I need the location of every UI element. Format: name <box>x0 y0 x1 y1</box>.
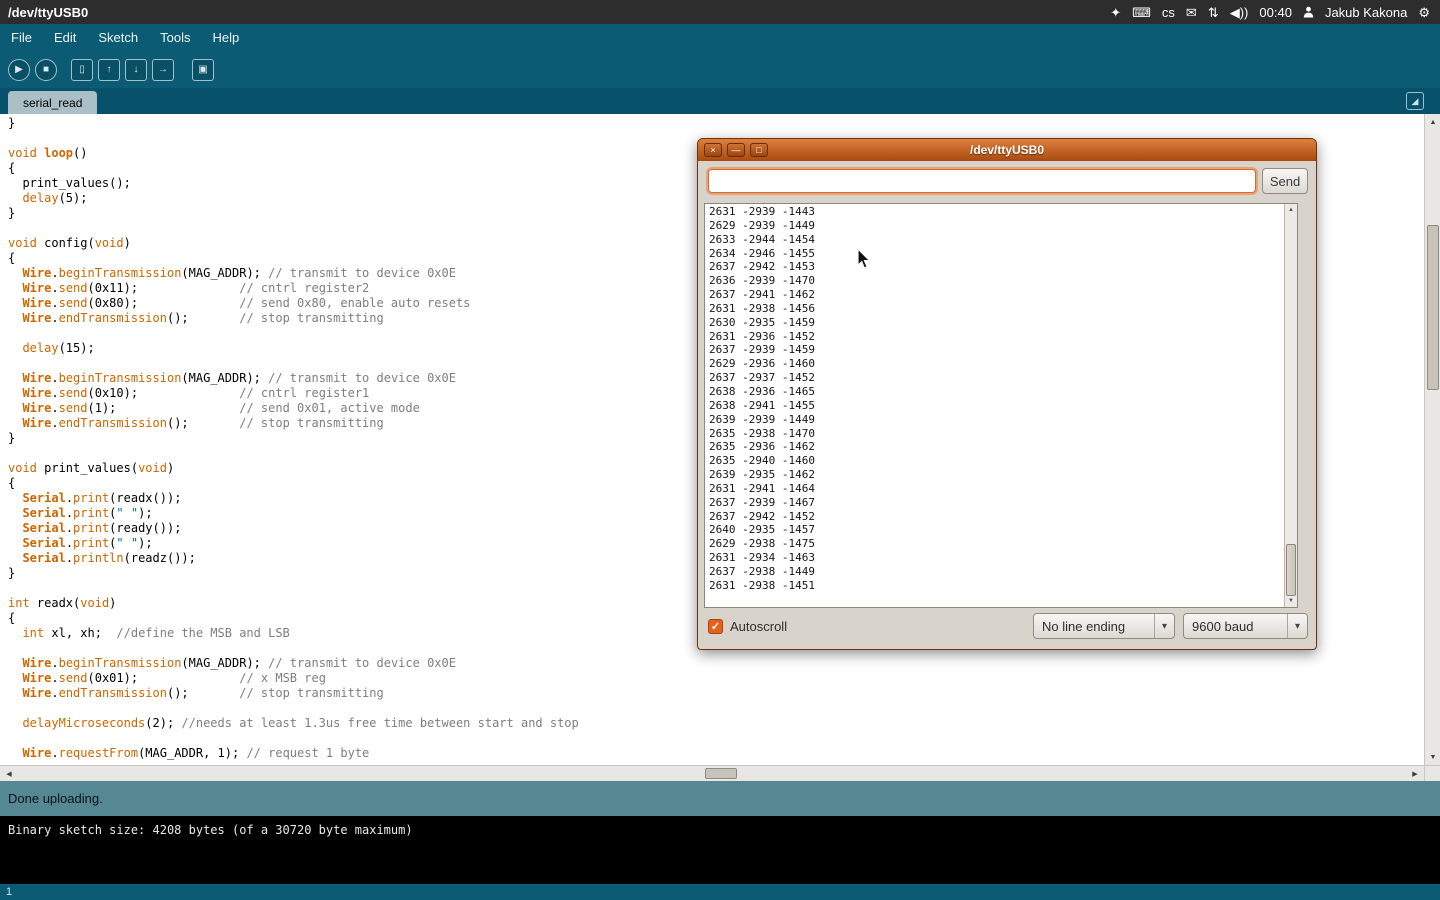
session-gear-icon[interactable]: ⚙ <box>1418 6 1430 19</box>
save-button[interactable]: ↓ <box>125 59 147 81</box>
line-indicator-bar: 1 <box>0 884 1440 900</box>
verify-button[interactable]: ▶ <box>8 59 30 81</box>
serial-monitor-footer: ✓ Autoscroll No line ending ▾ 9600 baud … <box>708 613 1308 639</box>
editor-hscrollbar[interactable]: ◀ ▶ <box>0 765 1424 781</box>
autoscroll-label: Autoscroll <box>730 619 787 634</box>
menu-sketch[interactable]: Sketch <box>87 24 149 52</box>
keyboard-layout-label[interactable]: cs <box>1162 5 1175 20</box>
play-icon: ▶ <box>15 65 23 75</box>
baud-rate-value: 9600 baud <box>1184 614 1287 638</box>
line-number: 1 <box>6 886 12 898</box>
status-bar: Done uploading. <box>0 781 1440 816</box>
chevron-down-icon: ▾ <box>1287 614 1307 638</box>
minimize-icon: — <box>732 146 741 155</box>
user-name[interactable]: Jakub Kakona <box>1325 5 1407 20</box>
serial-scrollbar[interactable]: ▲ ▼ <box>1284 204 1297 607</box>
new-sketch-button[interactable]: ▯ <box>71 59 93 81</box>
menu-tools[interactable]: Tools <box>149 24 201 52</box>
arrow-down-icon: ↓ <box>134 65 139 75</box>
close-icon: × <box>710 146 715 155</box>
menu-edit[interactable]: Edit <box>43 24 87 52</box>
console-text: Binary sketch size: 4208 bytes (of a 307… <box>8 823 1440 837</box>
arrow-up-icon: ↑ <box>107 65 112 75</box>
send-button[interactable]: Send <box>1262 168 1308 194</box>
check-icon: ✓ <box>711 620 720 633</box>
serial-output: 2631 -2939 -1443 2629 -2939 -1449 2633 -… <box>709 205 1293 603</box>
serial-scroll-thumb[interactable] <box>1286 544 1296 596</box>
volume-icon[interactable]: ◀)) <box>1230 6 1249 19</box>
corner-arrow-icon: ◢ <box>1412 96 1419 107</box>
console: Binary sketch size: 4208 bytes (of a 307… <box>0 816 1440 884</box>
user-icon <box>1303 6 1314 18</box>
monitor-icon: ▣ <box>198 65 207 75</box>
scroll-left-arrow[interactable]: ◀ <box>1 767 17 781</box>
page-icon: ▯ <box>79 65 85 75</box>
stop-button[interactable]: ■ <box>35 59 57 81</box>
tab-label: serial_read <box>23 96 82 110</box>
scroll-up-arrow[interactable]: ▲ <box>1425 115 1440 129</box>
toolbar: ▶ ■ ▯ ↑ ↓ → ▣ <box>0 52 1440 88</box>
upload-button[interactable]: → <box>152 59 174 81</box>
editor-hscroll-thumb[interactable] <box>705 768 737 779</box>
serial-send-input[interactable] <box>708 169 1256 193</box>
window-buttons: × — □ <box>704 143 768 157</box>
close-button[interactable]: × <box>704 143 722 157</box>
tab-overflow-button[interactable]: ◢ <box>1406 92 1424 110</box>
sync-arrows-icon[interactable]: ⇅ <box>1208 6 1219 19</box>
serial-monitor-titlebar[interactable]: × — □ /dev/ttyUSB0 <box>698 139 1316 161</box>
keyboard-icon[interactable]: ⌨ <box>1132 6 1151 19</box>
editor-vscrollbar[interactable]: ▲ ▼ <box>1424 114 1440 765</box>
indicator-applet-icon[interactable]: ✦ <box>1110 6 1121 19</box>
tabbar: serial_read ◢ <box>0 88 1440 114</box>
scroll-down-arrow[interactable]: ▼ <box>1425 750 1440 764</box>
serial-monitor-title: /dev/ttyUSB0 <box>970 143 1044 157</box>
editor-vscroll-thumb[interactable] <box>1427 225 1439 390</box>
serial-monitor-window: × — □ /dev/ttyUSB0 Send 2631 -2939 -1443… <box>697 138 1317 650</box>
serial-monitor-button[interactable]: ▣ <box>192 59 214 81</box>
scroll-right-arrow[interactable]: ▶ <box>1407 767 1423 781</box>
scrollbar-corner <box>1424 765 1440 781</box>
serial-scroll-up-arrow[interactable]: ▲ <box>1285 204 1297 216</box>
line-ending-select[interactable]: No line ending ▾ <box>1033 613 1175 639</box>
serial-scroll-down-arrow[interactable]: ▼ <box>1285 595 1297 607</box>
stop-icon: ■ <box>43 65 49 75</box>
arrow-right-icon: → <box>158 65 168 75</box>
baud-rate-select[interactable]: 9600 baud ▾ <box>1183 613 1308 639</box>
autoscroll-checkbox[interactable]: ✓ <box>708 619 723 634</box>
serial-output-area[interactable]: 2631 -2939 -1443 2629 -2939 -1449 2633 -… <box>704 203 1298 608</box>
minimize-button[interactable]: — <box>727 143 745 157</box>
menu-help[interactable]: Help <box>201 24 250 52</box>
panel-window-title: /dev/ttyUSB0 <box>8 5 88 20</box>
line-ending-value: No line ending <box>1034 614 1154 638</box>
system-tray: ✦ ⌨ cs ✉ ⇅ ◀)) 00:40 Jakub Kakona ⚙ <box>1110 5 1430 20</box>
maximize-button[interactable]: □ <box>750 143 768 157</box>
tab-serial-read[interactable]: serial_read <box>8 91 97 114</box>
maximize-icon: □ <box>756 146 761 155</box>
top-panel: /dev/ttyUSB0 ✦ ⌨ cs ✉ ⇅ ◀)) 00:40 Jakub … <box>0 0 1440 24</box>
desktop: /dev/ttyUSB0 ✦ ⌨ cs ✉ ⇅ ◀)) 00:40 Jakub … <box>0 0 1440 900</box>
mail-icon[interactable]: ✉ <box>1186 6 1197 19</box>
status-text: Done uploading. <box>8 791 103 806</box>
clock[interactable]: 00:40 <box>1259 5 1292 20</box>
chevron-down-icon: ▾ <box>1154 614 1174 638</box>
open-button[interactable]: ↑ <box>98 59 120 81</box>
menubar: File Edit Sketch Tools Help <box>0 24 1440 52</box>
menu-file[interactable]: File <box>0 24 43 52</box>
